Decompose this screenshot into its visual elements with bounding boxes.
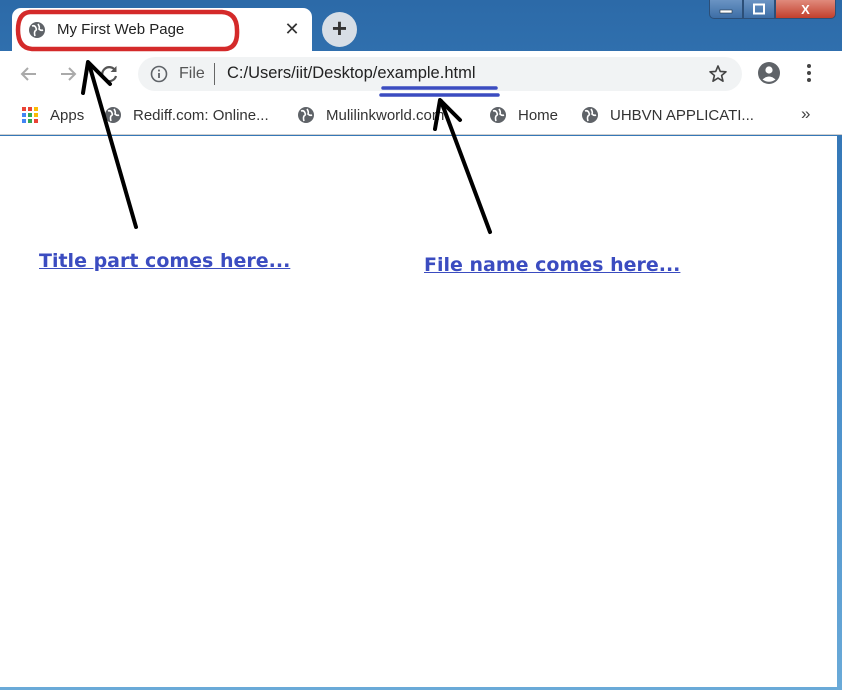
bookmarks-bar: Apps Rediff.com: Online... Mulilinkworld… [0, 97, 842, 135]
bookmark-mulilinkworld[interactable]: Mulilinkworld.com [297, 105, 444, 125]
bookmark-label: UHBVN APPLICATI... [610, 106, 754, 124]
file-annotation: File name comes here... [424, 254, 681, 276]
globe-icon [105, 107, 121, 123]
minimize-button[interactable] [709, 0, 743, 19]
bookmarks-overflow-button[interactable]: » [801, 104, 810, 124]
window-controls: X [709, 0, 836, 19]
forward-arrow-icon[interactable] [55, 61, 81, 87]
three-dots-menu-icon[interactable] [799, 62, 819, 84]
url-scheme-label: File [179, 65, 205, 82]
minimize-icon [719, 9, 733, 14]
bookmark-label: Apps [50, 106, 85, 124]
globe-icon [490, 107, 506, 123]
title-bar: My First Web Page ✕ + X [0, 0, 842, 51]
bookmark-uhbvn[interactable]: UHBVN APPLICATI... [581, 105, 754, 125]
tab-title: My First Web Page [57, 21, 185, 38]
account-circle-icon[interactable] [757, 61, 781, 85]
title-annotation: Title part comes here... [39, 250, 291, 272]
back-arrow-icon[interactable] [16, 61, 42, 87]
page-content: Title part comes here... File name comes… [0, 136, 837, 687]
active-tab[interactable]: My First Web Page ✕ [12, 8, 312, 51]
close-window-button[interactable]: X [775, 0, 836, 19]
bookmark-rediff[interactable]: Rediff.com: Online... [104, 105, 269, 125]
tab-close-icon[interactable]: ✕ [282, 19, 302, 39]
maximize-button[interactable] [743, 0, 775, 19]
bookmark-apps[interactable]: Apps [21, 105, 84, 125]
globe-icon [582, 107, 598, 123]
bookmark-label: Rediff.com: Online... [133, 106, 269, 124]
bookmark-label: Home [518, 106, 559, 124]
info-icon[interactable] [150, 65, 168, 83]
bookmark-home[interactable]: Home [489, 105, 558, 125]
url-text[interactable]: C:/Users/iit/Desktop/example.html [227, 64, 476, 83]
globe-icon [298, 107, 314, 123]
scheme-divider [214, 63, 215, 85]
apps-grid-icon [22, 107, 38, 123]
browser-toolbar: File C:/Users/iit/Desktop/example.html [0, 51, 842, 97]
reload-icon[interactable] [96, 61, 122, 87]
globe-icon [29, 22, 45, 38]
new-tab-button[interactable]: + [322, 12, 357, 47]
star-icon[interactable] [708, 64, 728, 84]
address-bar[interactable]: File C:/Users/iit/Desktop/example.html [138, 57, 742, 91]
maximize-icon [753, 3, 765, 15]
bookmark-label: Mulilinkworld.com [326, 106, 445, 124]
